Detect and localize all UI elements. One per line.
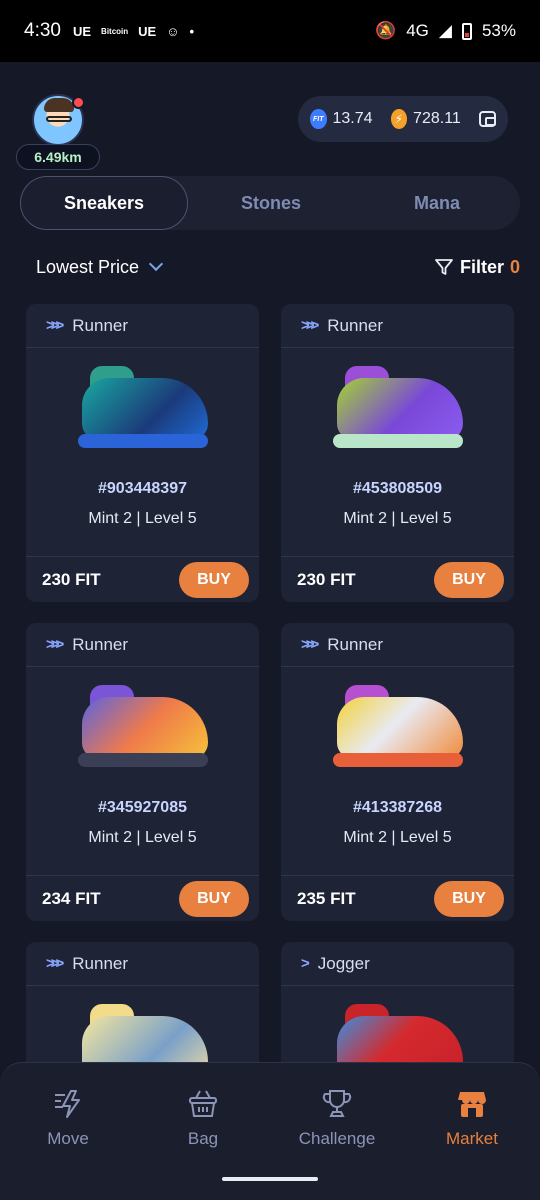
battery-level: 53% (481, 21, 516, 40)
sneaker-image (26, 667, 259, 797)
app-screen: 6.49km FIT 13.74 ⚡ 728.11 Sneakers Stone… (0, 62, 540, 1200)
sneaker-type: Runner (72, 953, 129, 973)
sneaker-id: #903448397 (98, 480, 187, 497)
filter-button[interactable]: Filter 0 (434, 257, 520, 278)
fit-balance: 13.74 (332, 110, 373, 127)
sneaker-type: Runner (327, 634, 384, 654)
nav-bag[interactable]: Bag (143, 1087, 263, 1149)
status-notification: UE (72, 23, 92, 39)
card-footer: 235 FIT BUY (281, 875, 514, 921)
mute-icon: 🔕 (375, 21, 397, 40)
card-header: > Jogger (281, 942, 514, 986)
card-footer: 234 FIT BUY (26, 875, 259, 921)
wallet-icon[interactable] (478, 111, 497, 127)
sneaker-meta: Mint 2 | Level 5 (88, 510, 197, 527)
lightning-icon (8, 1087, 128, 1121)
dot-icon: • (189, 23, 195, 39)
nav-challenge-label: Challenge (298, 1129, 376, 1148)
bottom-nav: Move Bag Challenge Market (0, 1062, 540, 1200)
sort-filter-bar: Lowest Price Filter 0 (36, 252, 520, 282)
jogger-type-icon: > (301, 955, 310, 972)
sneaker-type: Runner (327, 315, 384, 335)
card-header: >>> Runner (26, 623, 259, 667)
card-header: >>> Runner (26, 304, 259, 348)
sneaker-id: #453808509 (353, 480, 442, 497)
store-icon (412, 1087, 532, 1121)
runner-type-icon: >>> (46, 317, 64, 334)
runner-type-icon: >>> (301, 317, 319, 334)
card-footer: 230 FIT BUY (26, 556, 259, 602)
market-tabs: Sneakers Stones Mana (20, 176, 520, 230)
sneaker-meta: Mint 2 | Level 5 (343, 829, 452, 846)
filter-count: 0 (509, 256, 520, 277)
filter-icon (435, 259, 453, 275)
runner-type-icon: >>> (46, 636, 64, 653)
trophy-icon (277, 1087, 397, 1121)
card-header: >>> Runner (281, 304, 514, 348)
card-header: >>> Runner (281, 623, 514, 667)
status-time: 4:30 (24, 20, 61, 41)
status-notification: UE (138, 23, 157, 39)
sneaker-card[interactable]: >>> Runner #903448397 Mint 2 | Level 5 2… (26, 304, 259, 602)
sort-label: Lowest Price (36, 256, 140, 277)
filter-label: Filter (459, 256, 504, 277)
buy-button[interactable]: BUY (434, 561, 504, 598)
nav-market[interactable]: Market (412, 1087, 532, 1149)
sneaker-id: #345927085 (98, 799, 187, 816)
signal-icon: ◢ (438, 21, 452, 40)
face-icon: ☺ (166, 23, 180, 39)
status-bar: 4:30 UE Bitcoin UE ☺ • 🔕 4G ◢ 53% (0, 0, 540, 62)
distance-badge: 6.49km (16, 144, 100, 170)
notification-dot (72, 96, 85, 109)
sneaker-type: Jogger (317, 953, 370, 973)
sneaker-price: 234 FIT (42, 888, 101, 908)
card-footer: 230 FIT BUY (281, 556, 514, 602)
sneaker-card[interactable]: >>> Runner #345927085 Mint 2 | Level 5 2… (26, 623, 259, 921)
card-header: >>> Runner (26, 942, 259, 986)
sneaker-price: 230 FIT (42, 569, 101, 589)
sneaker-id: #413387268 (353, 799, 442, 816)
fit-coin-icon: FIT (310, 109, 327, 129)
status-notification: Bitcoin (101, 26, 129, 36)
sneaker-meta: Mint 2 | Level 5 (88, 829, 197, 846)
nav-challenge[interactable]: Challenge (277, 1087, 397, 1149)
tab-stones[interactable]: Stones (188, 176, 354, 230)
nav-move-label: Move (47, 1129, 89, 1148)
network-label: 4G (406, 21, 429, 40)
sneaker-price: 235 FIT (297, 888, 356, 908)
sneaker-meta: Mint 2 | Level 5 (343, 510, 452, 527)
buy-button[interactable]: BUY (179, 880, 249, 917)
sneaker-price: 230 FIT (297, 569, 356, 589)
sneaker-image (26, 348, 259, 478)
nav-bag-label: Bag (187, 1129, 219, 1148)
nav-market-label: Market (446, 1129, 498, 1148)
tab-mana[interactable]: Mana (354, 176, 520, 230)
sort-dropdown[interactable]: Lowest Price (36, 256, 164, 278)
sneaker-type: Runner (72, 634, 129, 654)
sneaker-card[interactable]: >>> Runner #453808509 Mint 2 | Level 5 2… (281, 304, 514, 602)
buy-button[interactable]: BUY (434, 880, 504, 917)
sneaker-type: Runner (72, 315, 129, 335)
home-indicator[interactable] (222, 1177, 318, 1181)
wallet-balance[interactable]: FIT 13.74 ⚡ 728.11 (298, 96, 508, 142)
profile-button[interactable]: 6.49km (16, 94, 100, 170)
nav-move[interactable]: Move (8, 1087, 128, 1149)
sneaker-image (281, 348, 514, 478)
runner-type-icon: >>> (46, 955, 64, 972)
basket-icon (143, 1087, 263, 1121)
runner-type-icon: >>> (301, 636, 319, 653)
sneaker-card[interactable]: >>> Runner #413387268 Mint 2 | Level 5 2… (281, 623, 514, 921)
battery-icon (461, 22, 472, 40)
sneaker-image (281, 667, 514, 797)
buy-button[interactable]: BUY (179, 561, 249, 598)
energy-coin-icon: ⚡ (390, 109, 408, 129)
tab-sneakers[interactable]: Sneakers (20, 176, 188, 230)
chevron-down-icon (148, 256, 164, 272)
energy-balance: 728.11 (413, 110, 461, 127)
